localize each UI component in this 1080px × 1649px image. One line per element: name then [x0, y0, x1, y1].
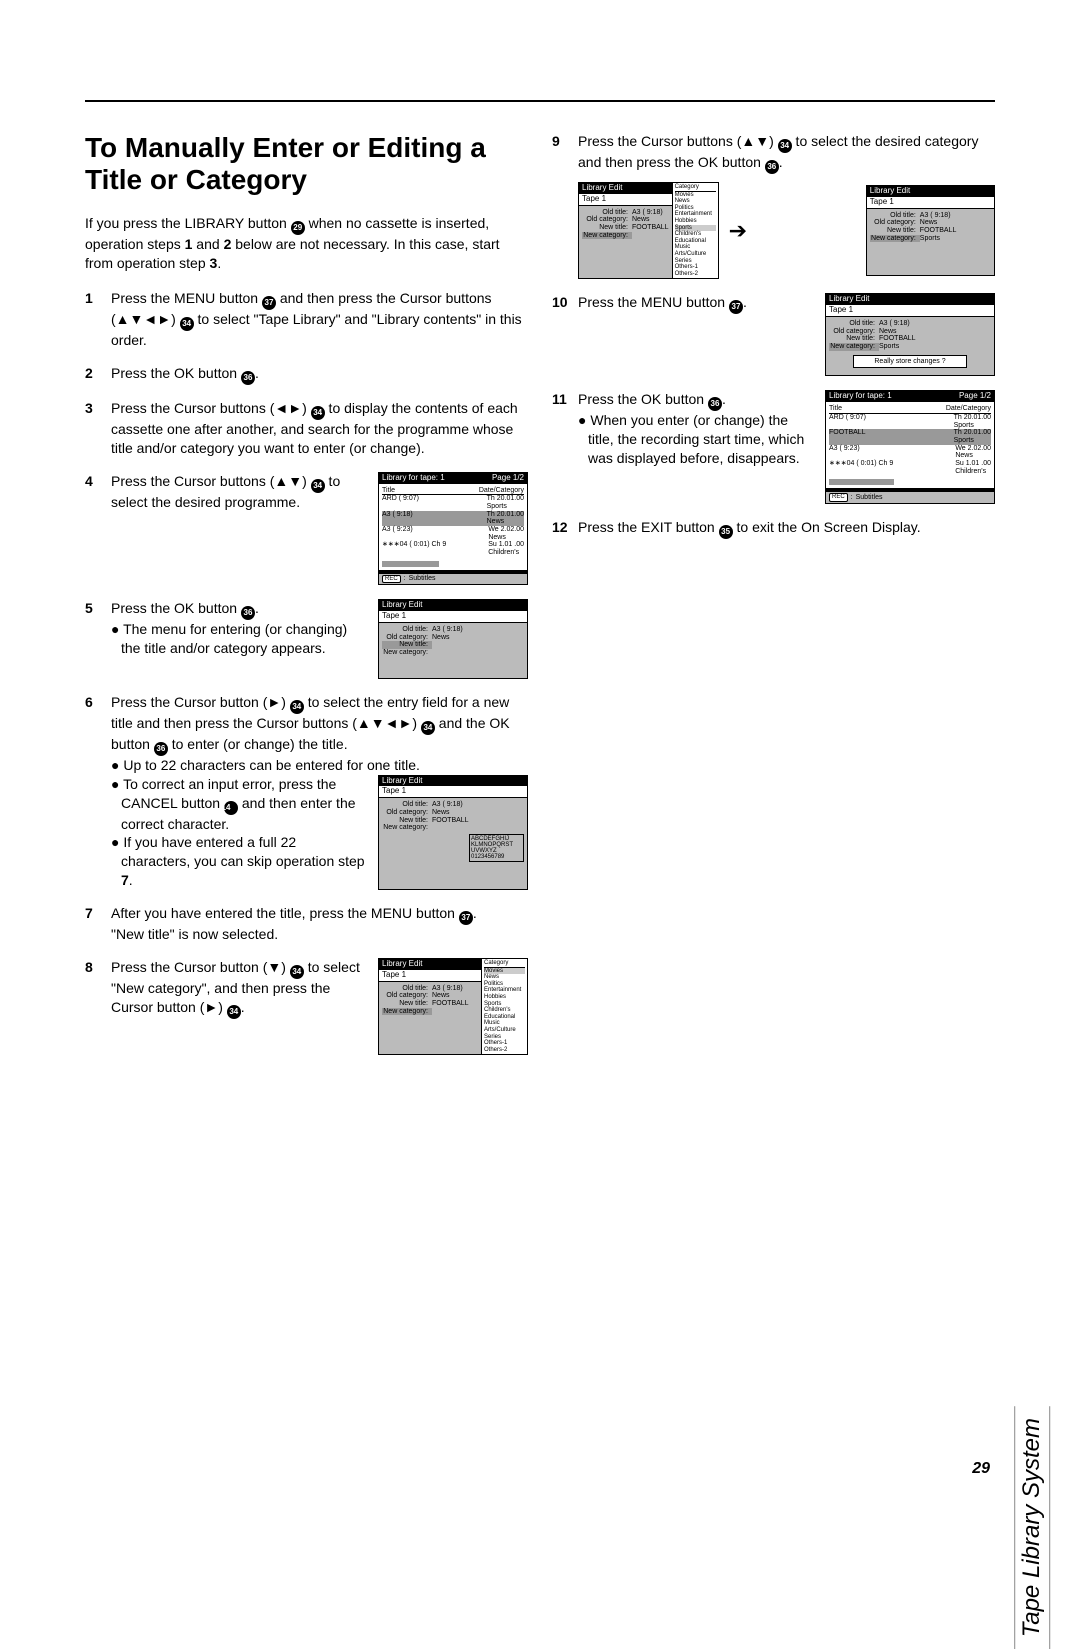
intro-text: If you press the LIBRARY button 29 when …: [85, 214, 528, 273]
button-ref-36: 36: [241, 371, 255, 385]
button-ref-34: 34: [311, 406, 325, 420]
button-ref-37: 37: [459, 911, 473, 925]
step-1: 1 Press the MENU button 37 and then pres…: [85, 289, 528, 350]
figure-edit-category: Library Edit Tape 1 Old title:A3 ( 9:18)…: [378, 958, 528, 1055]
side-tab: Tape Library System: [1014, 1406, 1050, 1649]
button-ref-35: 35: [719, 525, 733, 539]
button-ref-34: 34: [311, 479, 325, 493]
button-ref-37: 37: [729, 300, 743, 314]
step-3: 3 Press the Cursor buttons (◄►) 34 to di…: [85, 399, 528, 458]
button-ref-36: 36: [154, 742, 168, 756]
left-column: To Manually Enter or Editing a Title or …: [85, 132, 528, 1069]
figure-library-list: Library for tape: 1Page 1/2 TitleDate/Ca…: [378, 472, 528, 586]
button-ref-36: 36: [241, 606, 255, 620]
step-5: 5 Press the OK button 36. ● The menu for…: [85, 599, 528, 678]
top-rule: [85, 100, 995, 102]
figure-step9-a: Library Edit Tape 1 Old title:A3 ( 9:18)…: [578, 182, 719, 279]
button-ref-37: 37: [262, 296, 276, 310]
step-11: 11 Press the OK button 36. ● When you en…: [552, 390, 995, 504]
figure-step9-b: Library Edit Tape 1 Old title:A3 ( 9:18)…: [866, 185, 995, 276]
figure-edit-chars: Library Edit Tape 1 Old title:A3 ( 9:18)…: [378, 775, 528, 890]
arrow-icon: ➔: [729, 216, 856, 246]
page-number: 29: [972, 1460, 990, 1478]
button-ref-34: 34: [778, 139, 792, 153]
step-2: 2 Press the OK button 36.: [85, 364, 528, 385]
step-9: 9 Press the Cursor buttons (▲▼) 34 to se…: [552, 132, 995, 279]
right-column: 9 Press the Cursor buttons (▲▼) 34 to se…: [552, 132, 995, 1069]
figure-edit-blank: Library Edit Tape 1 Old title:A3 ( 9:18)…: [378, 599, 528, 678]
button-ref-34: 34: [227, 1005, 241, 1019]
step-7: 7 After you have entered the title, pres…: [85, 904, 528, 944]
button-ref-29: 29: [291, 221, 305, 235]
figure-step10: Library Edit Tape 1 Old title:A3 ( 9:18)…: [825, 293, 995, 376]
button-ref-36: 36: [765, 160, 779, 174]
button-ref-36: 36: [708, 397, 722, 411]
step-8: 8 Press the Cursor button (▼) 34 to sele…: [85, 958, 528, 1055]
button-ref-34: 34: [290, 965, 304, 979]
button-ref-14: 14: [224, 801, 238, 815]
button-ref-34: 34: [290, 700, 304, 714]
step-6: 6 Press the Cursor button (►) 34 to sele…: [85, 693, 528, 890]
button-ref-34: 34: [180, 317, 194, 331]
figure-step11: Library for tape: 1Page 1/2 TitleDate/Ca…: [825, 390, 995, 504]
page-title: To Manually Enter or Editing a Title or …: [85, 132, 528, 196]
step-10: 10 Press the MENU button 37. Library Edi…: [552, 293, 995, 376]
step-12: 12 Press the EXIT button 35 to exit the …: [552, 518, 995, 539]
button-ref-34: 34: [421, 721, 435, 735]
step-4: 4 Press the Cursor buttons (▲▼) 34 to se…: [85, 472, 528, 586]
